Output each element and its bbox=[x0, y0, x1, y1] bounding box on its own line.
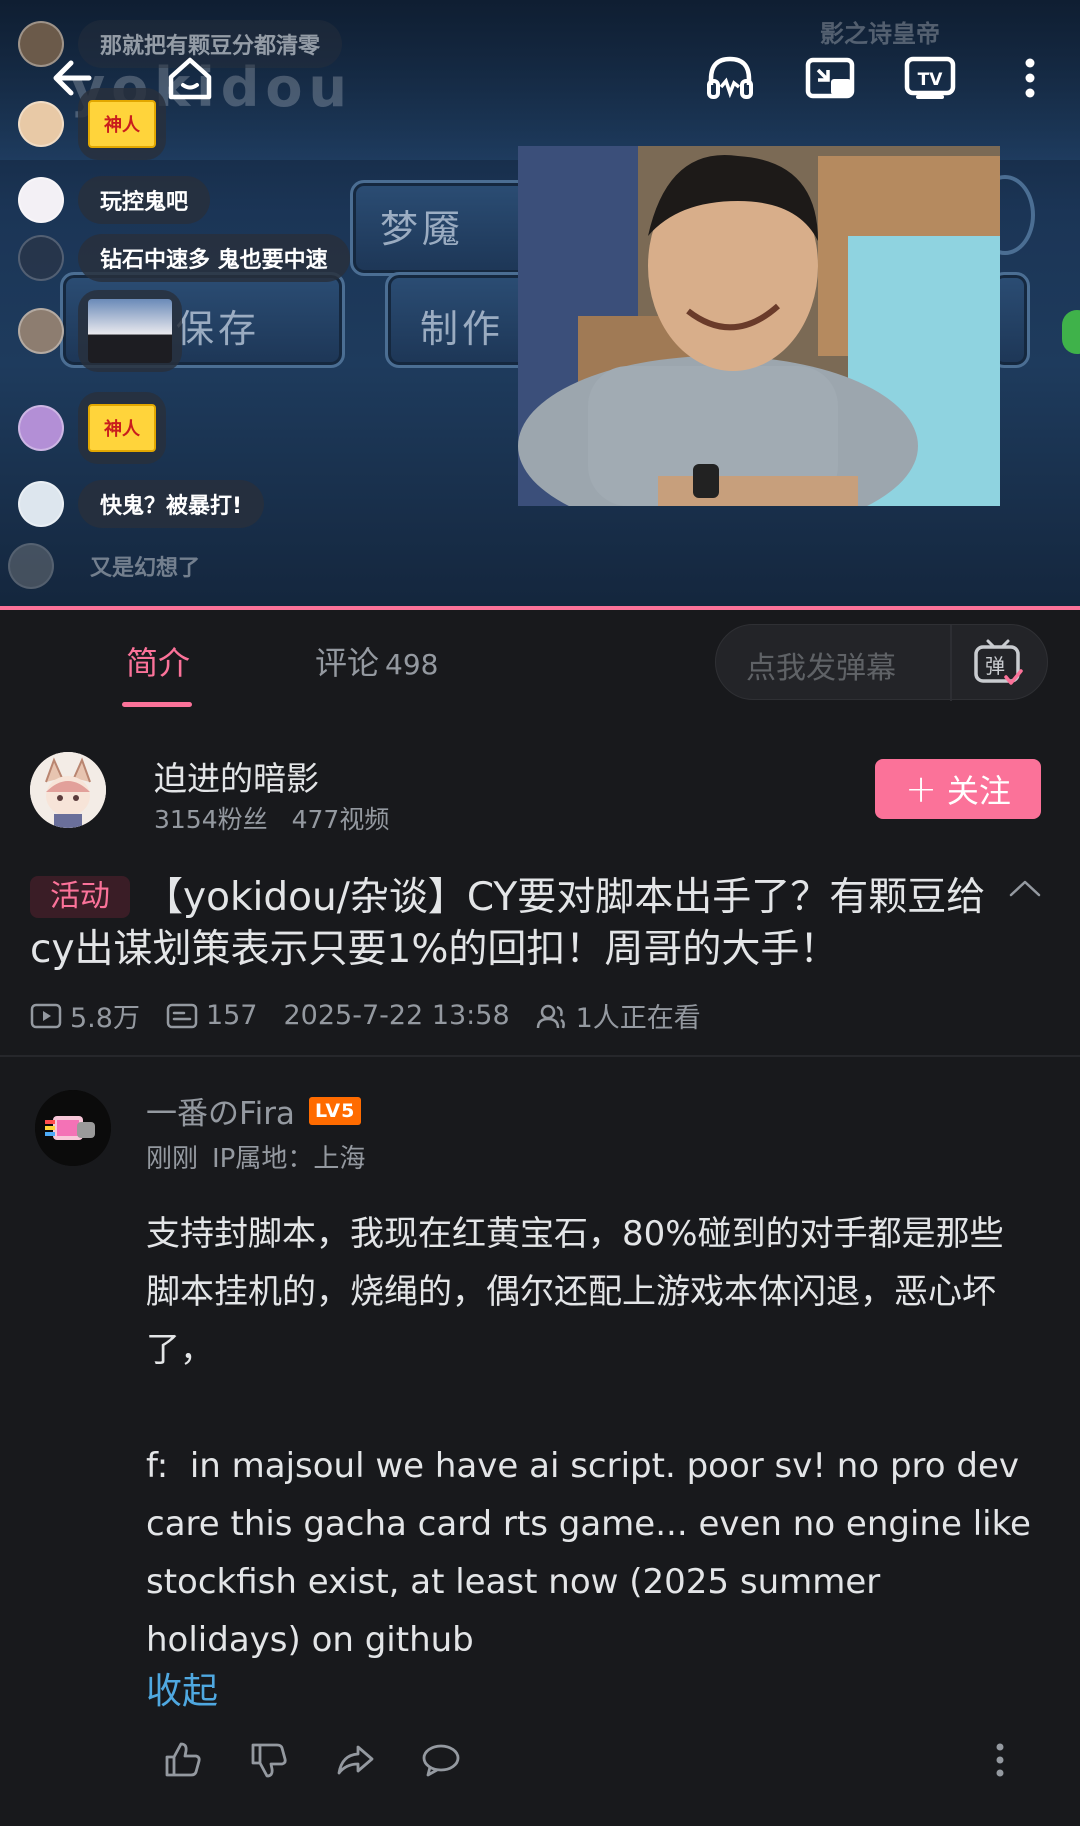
home-icon[interactable] bbox=[160, 48, 220, 108]
avatar bbox=[18, 481, 64, 527]
tab-intro[interactable]: 简介 bbox=[126, 638, 190, 684]
share-button[interactable] bbox=[312, 1734, 398, 1786]
danmaku-text: 玩控鬼吧 bbox=[78, 176, 211, 224]
streamer-webcam bbox=[518, 146, 1000, 506]
danmaku-item: 神人 bbox=[18, 392, 166, 464]
comment-actions bbox=[140, 1734, 484, 1786]
picture-in-picture-icon[interactable] bbox=[800, 48, 860, 108]
danmaku-item: 玩控鬼吧 bbox=[18, 176, 211, 224]
avatar bbox=[18, 308, 64, 354]
level-badge: LV5 bbox=[308, 1096, 362, 1125]
watching-count: 1人正在看 bbox=[536, 996, 701, 1035]
commenter-avatar[interactable] bbox=[35, 1090, 111, 1166]
danmaku-input-placeholder: 点我发弹幕 bbox=[746, 651, 896, 686]
tab-intro-label: 简介 bbox=[126, 644, 191, 682]
video-meta: 5.8万 157 2025-7-22 13:58 1人正在看 bbox=[30, 996, 727, 1035]
video-player[interactable]: yokidou 影之诗皇帝 梦魇 保存 制作 那就把有颗豆分都清零 神人 玩控鬼… bbox=[0, 0, 1080, 608]
active-tab-indicator bbox=[122, 702, 192, 707]
divider bbox=[950, 625, 952, 701]
avatar bbox=[18, 177, 64, 223]
danmaku-toggle-label: 弹 bbox=[985, 654, 1005, 678]
danmaku-text: 钻石中速多 鬼也要中速 bbox=[78, 234, 350, 282]
video-title-text: 【yokidou/杂谈】CY要对脚本出手了？有颗豆给cy出谋划策表示只要1%的回… bbox=[30, 875, 986, 972]
view-count: 5.8万 bbox=[30, 996, 140, 1035]
danmaku-text: 又是幻想了 bbox=[90, 556, 201, 581]
game-menu-label: 梦魇 bbox=[380, 207, 465, 251]
people-icon bbox=[536, 1004, 565, 1028]
game-menu-label: 保存 bbox=[176, 307, 261, 351]
comment-meta: 刚刚 IP属地：上海 bbox=[146, 1138, 365, 1175]
video-title: 活动 【yokidou/杂谈】CY要对脚本出手了？有颗豆给cy出谋划策表示只要1%… bbox=[30, 872, 990, 976]
plus-icon: + bbox=[905, 767, 937, 811]
commenter-name[interactable]: 一番のFira LV5 bbox=[146, 1088, 362, 1133]
game-side-button bbox=[1062, 310, 1080, 354]
nyan-cat-avatar-image bbox=[35, 1090, 111, 1166]
chevron-up-icon[interactable] bbox=[1008, 878, 1042, 898]
avatar bbox=[18, 235, 64, 281]
play-count-icon bbox=[30, 1003, 62, 1028]
tab-comments[interactable]: 评论 498 bbox=[315, 638, 438, 684]
streamer-photo bbox=[518, 146, 1000, 506]
reply-button[interactable] bbox=[398, 1734, 484, 1786]
uploader-row: 迫进的暗影 3154粉丝 477视频 + 关注 bbox=[0, 714, 1080, 864]
more-vertical-icon[interactable] bbox=[1000, 48, 1060, 108]
avatar bbox=[18, 405, 64, 451]
uploader-name[interactable]: 迫进的暗影 bbox=[154, 752, 319, 800]
section-divider bbox=[0, 1055, 1080, 1057]
uploader-stats: 3154粉丝 477视频 bbox=[154, 800, 389, 836]
tab-comments-label: 评论 bbox=[315, 644, 380, 682]
dislike-button[interactable] bbox=[226, 1734, 312, 1786]
uploader-avatar[interactable] bbox=[30, 752, 106, 828]
danmaku-item: 钻石中速多 鬼也要中速 bbox=[18, 234, 350, 282]
speech-bubble-icon bbox=[422, 1744, 460, 1777]
like-button[interactable] bbox=[140, 1734, 226, 1786]
streamer-name: 影之诗皇帝 bbox=[820, 20, 940, 48]
share-icon bbox=[337, 1745, 374, 1775]
sticker-card: 神人 bbox=[88, 404, 156, 452]
comment-more-icon[interactable] bbox=[980, 1740, 1020, 1780]
svg-text:TV: TV bbox=[918, 70, 944, 90]
danmaku-count-value: 157 bbox=[205, 1000, 258, 1031]
danmaku-input[interactable]: 点我发弹幕 弹 bbox=[715, 624, 1048, 701]
comment-body: 支持封脚本，我现在红黄宝石，80%碰到的对手都是那些脚本挂机的，烧绳的，偶尔还配… bbox=[146, 1214, 1031, 1660]
tab-bar: 简介 评论 498 点我发弹幕 弹 bbox=[0, 610, 1080, 714]
danmaku-image bbox=[78, 290, 182, 372]
follow-button[interactable]: + 关注 bbox=[875, 759, 1041, 819]
game-menu-label: 制作 bbox=[420, 307, 505, 351]
thumbs-down-icon bbox=[251, 1743, 287, 1778]
commenter-username: 一番のFira bbox=[146, 1096, 295, 1132]
collapse-link[interactable]: 收起 bbox=[146, 1662, 218, 1714]
thumbs-up-icon bbox=[165, 1742, 201, 1777]
danmaku-text: 快鬼？被暴打! bbox=[78, 480, 265, 528]
comment-ip: IP属地：上海 bbox=[212, 1144, 366, 1174]
danmaku-item: 快鬼？被暴打! bbox=[18, 480, 265, 528]
danmaku-sticker: 神人 bbox=[78, 392, 166, 464]
uploader-fans: 3154粉丝 bbox=[154, 805, 268, 834]
publish-date: 2025-7-22 13:58 bbox=[284, 1000, 510, 1031]
comments-count: 498 bbox=[385, 648, 439, 681]
danmaku-count-icon bbox=[166, 1003, 198, 1028]
publish-date-value: 2025-7-22 13:58 bbox=[283, 1000, 510, 1031]
uploader-avatar-image bbox=[30, 752, 106, 828]
sticker-image bbox=[88, 299, 172, 363]
danmaku-item: 又是幻想了 bbox=[8, 542, 222, 590]
back-arrow-icon[interactable] bbox=[42, 48, 102, 108]
danmaku-item bbox=[18, 290, 182, 372]
avatar bbox=[8, 543, 54, 589]
danmaku-toggle-icon[interactable]: 弹 bbox=[972, 637, 1024, 689]
uploader-videos: 477视频 bbox=[291, 805, 390, 834]
headphones-icon[interactable] bbox=[700, 48, 760, 108]
danmaku-count: 157 bbox=[166, 1000, 258, 1031]
activity-tag[interactable]: 活动 bbox=[30, 876, 130, 918]
view-count-value: 5.8万 bbox=[70, 1003, 140, 1034]
comment-time: 刚刚 bbox=[146, 1144, 199, 1174]
watching-count-value: 1人正在看 bbox=[575, 1003, 701, 1034]
follow-label: 关注 bbox=[946, 772, 1011, 810]
tv-cast-icon[interactable]: TV bbox=[900, 48, 960, 108]
